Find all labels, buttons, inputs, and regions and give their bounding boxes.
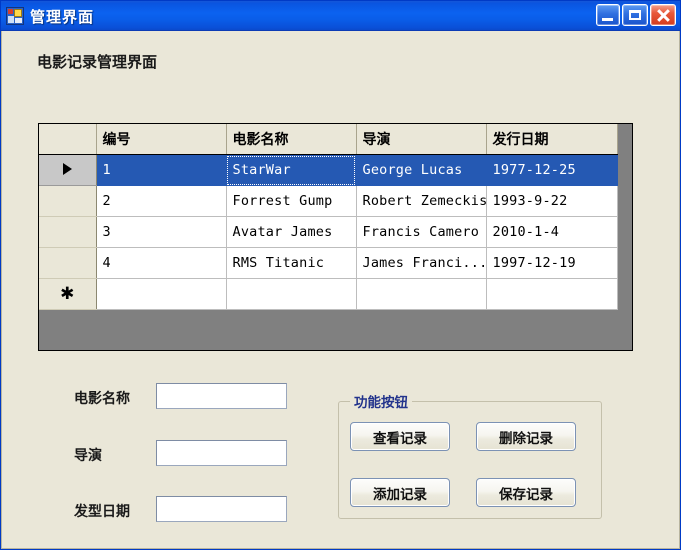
delete-records-button[interactable]: 删除记录 (476, 422, 576, 451)
label-director: 导演 (74, 448, 102, 464)
cell-id[interactable] (96, 278, 227, 310)
column-header-release[interactable]: 发行日期 (486, 124, 618, 155)
minimize-button[interactable] (596, 4, 620, 26)
column-header-director[interactable]: 导演 (356, 124, 487, 155)
page-title: 电影记录管理界面 (37, 53, 158, 71)
column-header-title[interactable]: 电影名称 (226, 124, 357, 155)
row-selector[interactable] (39, 216, 97, 248)
cell-title[interactable]: StarWar (226, 154, 357, 186)
cell-id[interactable]: 1 (96, 154, 227, 186)
form-designer-icon (6, 7, 24, 25)
view-records-button[interactable]: 查看记录 (350, 422, 450, 451)
cell-title[interactable]: Avatar James (226, 216, 357, 248)
cell-id[interactable]: 2 (96, 185, 227, 217)
cell-release[interactable]: 1997-12-19 (486, 247, 618, 279)
cell-director[interactable]: Francis Camero (356, 216, 487, 248)
table-header-row: 编号 电影名称 导演 发行日期 (39, 124, 618, 155)
column-header-id[interactable]: 编号 (96, 124, 227, 155)
cell-release[interactable]: 2010-1-4 (486, 216, 618, 248)
cell-director[interactable]: George Lucas (356, 154, 487, 186)
row-selector[interactable] (39, 247, 97, 279)
row-header-corner (39, 124, 97, 155)
close-button[interactable] (650, 4, 676, 26)
label-release-date: 发型日期 (74, 504, 130, 520)
cell-director[interactable]: Robert Zemeckis (356, 185, 487, 217)
application-window: 管理界面 电影记录管理界面 编号 电影名称 导演 发行日期 1 StarWar … (0, 0, 681, 550)
cell-release[interactable]: 1993-9-22 (486, 185, 618, 217)
movie-title-input[interactable] (156, 383, 287, 409)
cell-id[interactable]: 4 (96, 247, 227, 279)
director-input[interactable] (156, 440, 287, 466)
cell-director[interactable] (356, 278, 487, 310)
new-row-asterisk-icon: ✱ (60, 284, 75, 304)
client-area: 电影记录管理界面 编号 电影名称 导演 发行日期 1 StarWar Georg… (1, 31, 680, 549)
records-data-grid[interactable]: 编号 电影名称 导演 发行日期 1 StarWar George Lucas 1… (38, 123, 633, 351)
window-title: 管理界面 (30, 8, 95, 26)
add-records-button[interactable]: 添加记录 (350, 478, 450, 507)
cell-release[interactable] (486, 278, 618, 310)
save-records-button[interactable]: 保存记录 (476, 478, 576, 507)
label-movie-title: 电影名称 (74, 391, 130, 407)
row-selector[interactable] (39, 185, 97, 217)
title-bar[interactable]: 管理界面 (1, 1, 680, 31)
row-selected-arrow-icon (62, 163, 72, 175)
cell-id[interactable]: 3 (96, 216, 227, 248)
table-row[interactable]: 1 StarWar George Lucas 1977-12-25 (39, 154, 618, 186)
row-selector[interactable] (39, 154, 97, 186)
table-row[interactable]: 3 Avatar James Francis Camero 2010-1-4 (39, 216, 618, 248)
cell-director[interactable]: James Franci... (356, 247, 487, 279)
table-row[interactable]: 2 Forrest Gump Robert Zemeckis 1993-9-22 (39, 185, 618, 217)
cell-title[interactable]: Forrest Gump (226, 185, 357, 217)
release-date-input[interactable] (156, 496, 287, 522)
table-row[interactable]: 4 RMS Titanic James Franci... 1997-12-19 (39, 247, 618, 279)
maximize-button[interactable] (622, 4, 648, 26)
cell-release[interactable]: 1977-12-25 (486, 154, 618, 186)
table-new-row[interactable]: ✱ (39, 278, 618, 310)
function-buttons-groupbox-title: 功能按钮 (350, 391, 412, 411)
cell-title[interactable]: RMS Titanic (226, 247, 357, 279)
cell-title[interactable] (226, 278, 357, 310)
new-row-selector[interactable]: ✱ (39, 278, 97, 310)
caption-button-group (596, 4, 676, 26)
records-table: 编号 电影名称 导演 发行日期 1 StarWar George Lucas 1… (39, 124, 618, 310)
